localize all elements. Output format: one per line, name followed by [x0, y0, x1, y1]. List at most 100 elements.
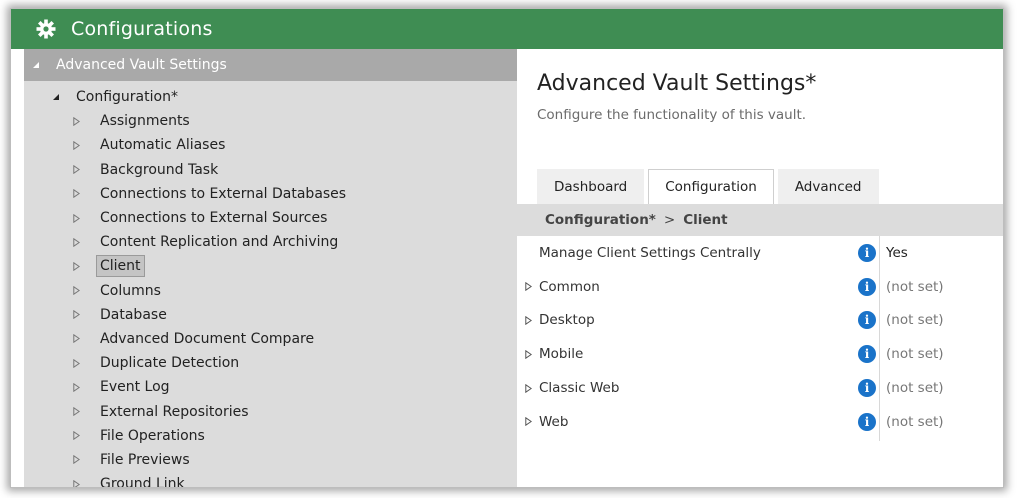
tree-item[interactable]: Connections to External Sources	[24, 206, 517, 230]
tree-item[interactable]: File Previews	[24, 448, 517, 472]
collapsed-triangle-icon[interactable]	[517, 383, 539, 393]
window-title: Configurations	[71, 18, 213, 40]
collapsed-triangle-icon[interactable]	[72, 407, 80, 417]
tree-item-label: Duplicate Detection	[100, 355, 240, 372]
tree-item-label: File Operations	[100, 427, 205, 444]
property-value[interactable]: Yes	[886, 245, 908, 261]
collapsed-triangle-icon[interactable]	[72, 310, 80, 320]
tree-item-label: Advanced Document Compare	[100, 330, 315, 347]
property-name: Web	[539, 413, 569, 430]
tree-item-label: Assignments	[100, 113, 190, 130]
property-row[interactable]: Mobile i (not set)	[517, 337, 1003, 371]
page-subtitle: Configure the functionality of this vaul…	[537, 107, 807, 123]
expanded-triangle-icon[interactable]	[32, 60, 40, 70]
collapsed-triangle-icon[interactable]	[517, 417, 539, 427]
tree-item-label: Columns	[100, 282, 161, 299]
property-name: Common	[539, 278, 600, 295]
breadcrumb-current: Client	[683, 212, 728, 228]
collapsed-triangle-icon[interactable]	[517, 349, 539, 359]
collapsed-triangle-icon[interactable]	[517, 282, 539, 292]
info-icon[interactable]: i	[858, 345, 876, 364]
property-name: Classic Web	[539, 380, 620, 397]
gear-icon	[35, 18, 57, 40]
tree-root-label: Advanced Vault Settings	[56, 57, 227, 73]
collapsed-triangle-icon[interactable]	[72, 286, 80, 296]
tree-item[interactable]: Assignments	[24, 109, 517, 133]
tree-item-label: File Previews	[100, 451, 190, 468]
collapsed-triangle-icon[interactable]	[72, 455, 80, 465]
tree-item[interactable]: Database	[24, 303, 517, 327]
expanded-triangle-icon[interactable]	[52, 92, 60, 102]
property-name: Desktop	[539, 312, 595, 329]
collapsed-triangle-icon[interactable]	[517, 315, 539, 325]
info-icon[interactable]: i	[858, 412, 876, 431]
collapsed-triangle-icon[interactable]	[72, 431, 80, 441]
collapsed-triangle-icon[interactable]	[72, 213, 80, 223]
breadcrumb-separator: >	[663, 212, 676, 228]
tree-item[interactable]: File Operations	[24, 424, 517, 448]
tree-item-label: Automatic Aliases	[100, 137, 226, 154]
collapsed-triangle-icon[interactable]	[72, 116, 80, 126]
tree-item-label: Connections to External Databases	[100, 185, 347, 202]
property-row[interactable]: Common i (not set)	[517, 270, 1003, 304]
tree-item-label: Background Task	[100, 161, 219, 178]
tree-item[interactable]: Columns	[24, 279, 517, 303]
collapsed-triangle-icon[interactable]	[72, 479, 80, 487]
collapsed-triangle-icon[interactable]	[72, 334, 80, 344]
tree-root-advanced-vault-settings[interactable]: Advanced Vault Settings	[24, 49, 517, 81]
tree-item-label: Event Log	[100, 379, 170, 396]
tab-bar: Dashboard Configuration Advanced	[537, 169, 879, 204]
property-value[interactable]: (not set)	[886, 312, 944, 328]
info-icon[interactable]: i	[858, 243, 876, 262]
collapsed-triangle-icon[interactable]	[72, 165, 80, 175]
tree-node-configuration[interactable]: Configuration*	[24, 85, 517, 109]
tree-item[interactable]: Background Task	[24, 158, 517, 182]
tree-item[interactable]: Duplicate Detection	[24, 351, 517, 375]
tree-item[interactable]: Ground Link	[24, 472, 517, 488]
property-row[interactable]: Classic Web i (not set)	[517, 371, 1003, 405]
tab-dashboard[interactable]: Dashboard	[537, 169, 645, 204]
settings-tree: Advanced Vault Settings Configuration* A…	[24, 49, 517, 488]
detail-pane: Advanced Vault Settings* Configure the f…	[517, 49, 1003, 487]
title-bar: Configurations	[11, 9, 1003, 49]
info-icon[interactable]: i	[858, 379, 876, 398]
property-name: Mobile	[539, 346, 584, 363]
property-value[interactable]: (not set)	[886, 380, 944, 396]
tree-item-label: Ground Link	[100, 476, 185, 488]
configuration-children: Assignments Automatic Aliases Background T…	[24, 109, 517, 488]
property-grid: Manage Client Settings Centrally i Yes Comm…	[517, 236, 1003, 439]
property-value[interactable]: (not set)	[886, 346, 944, 362]
page-title: Advanced Vault Settings*	[537, 71, 817, 96]
collapsed-triangle-icon[interactable]	[72, 261, 80, 271]
info-icon[interactable]: i	[858, 311, 876, 330]
breadcrumb-parent[interactable]: Configuration*	[545, 212, 656, 228]
tree-item[interactable]: Event Log	[24, 375, 517, 399]
tree-item[interactable]: Client	[24, 254, 517, 278]
breadcrumb: Configuration* > Client	[517, 204, 1003, 236]
property-row[interactable]: Desktop i (not set)	[517, 304, 1003, 338]
tree-item[interactable]: Connections to External Databases	[24, 182, 517, 206]
collapsed-triangle-icon[interactable]	[72, 382, 80, 392]
tree-item[interactable]: Content Replication and Archiving	[24, 230, 517, 254]
collapsed-triangle-icon[interactable]	[72, 140, 80, 150]
tree-item-label: Client	[96, 255, 145, 278]
property-row[interactable]: Manage Client Settings Centrally i Yes	[517, 236, 1003, 270]
collapsed-triangle-icon[interactable]	[72, 189, 80, 199]
property-value[interactable]: (not set)	[886, 414, 944, 430]
info-icon[interactable]: i	[858, 277, 876, 296]
collapsed-triangle-icon[interactable]	[72, 358, 80, 368]
tree-node-label: Configuration*	[76, 89, 178, 106]
property-value[interactable]: (not set)	[886, 279, 944, 295]
property-name: Manage Client Settings Centrally	[539, 244, 761, 261]
tree-item-label: Content Replication and Archiving	[100, 234, 339, 251]
collapsed-triangle-icon[interactable]	[72, 237, 80, 247]
tree-item[interactable]: Advanced Document Compare	[24, 327, 517, 351]
tree-item-label: External Repositories	[100, 403, 249, 420]
tab-advanced[interactable]: Advanced	[777, 169, 879, 204]
property-row[interactable]: Web i (not set)	[517, 405, 1003, 439]
configurations-window: Configurations Advanced Vault Settings C…	[10, 8, 1004, 488]
tree-item[interactable]: Automatic Aliases	[24, 133, 517, 157]
tree-item-label: Connections to External Sources	[100, 210, 328, 227]
tree-item[interactable]: External Repositories	[24, 399, 517, 423]
tab-configuration[interactable]: Configuration	[648, 169, 774, 204]
